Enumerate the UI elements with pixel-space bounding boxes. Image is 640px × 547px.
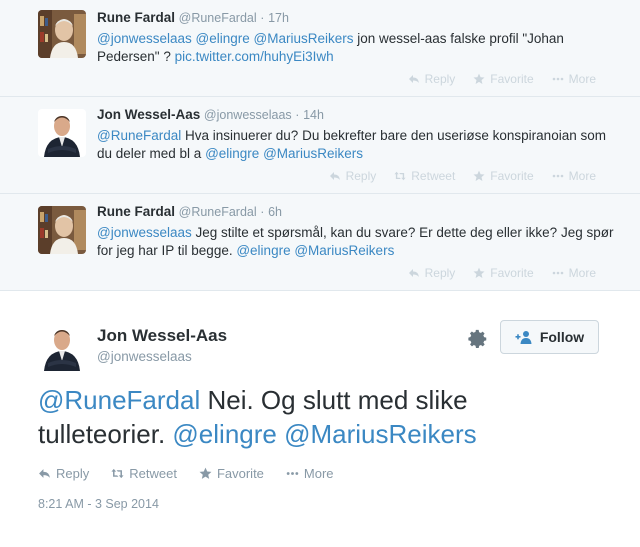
more-label: More [568, 72, 596, 86]
reply-label: Reply [424, 266, 456, 280]
ellipsis-icon [552, 271, 563, 275]
avatar-jon-wessel-aas[interactable] [38, 109, 86, 157]
tweet-header: Rune Fardal @RuneFardal · 17h [97, 10, 289, 25]
retweet-action[interactable]: Retweet [111, 466, 177, 481]
reply-icon [408, 269, 419, 277]
media-link[interactable]: pic.twitter.com/huhyEi3Iwh [175, 49, 334, 64]
reply-label: Reply [424, 72, 456, 86]
reply-action[interactable]: Reply [329, 169, 377, 183]
tweet-actions: Reply Favorite More [408, 266, 596, 280]
text-segment [277, 419, 284, 449]
more-label: More [303, 466, 334, 481]
star-icon [473, 170, 485, 181]
author-screen-name[interactable]: @RuneFardal [179, 11, 257, 25]
tweet-text: @jonwesselaas Jeg stilte et spørsmål, ka… [97, 224, 617, 260]
more-label: More [568, 169, 596, 183]
tweet-text: @jonwesselaas @elingre @MariusReikers jo… [97, 30, 617, 66]
mention-link[interactable]: @elingre [205, 146, 259, 161]
tweet-actions: Reply Retweet Favorite More [38, 466, 334, 481]
mention-link[interactable]: @jonwesselaas [97, 225, 192, 240]
reply-label: Reply [56, 466, 90, 481]
favorite-action[interactable]: Favorite [199, 466, 264, 481]
tweet-text: @RuneFardal Hva insinuerer du? Du bekref… [97, 127, 617, 163]
reply-icon [39, 469, 50, 478]
reply-icon [329, 172, 340, 180]
mention-link[interactable]: @jonwesselaas [97, 31, 192, 46]
mention-link[interactable]: @MariusReikers [294, 243, 394, 258]
author-fullname[interactable]: Rune Fardal [97, 204, 175, 219]
follow-label: Follow [539, 329, 585, 345]
tweet-actions: Reply Retweet Favorite More [329, 169, 596, 183]
gear-icon[interactable] [467, 328, 489, 350]
more-label: More [568, 266, 596, 280]
favorite-label: Favorite [490, 169, 534, 183]
reply-icon [408, 75, 419, 83]
tweet-text: @RuneFardal Nei. Og slutt med slike tull… [38, 383, 558, 451]
mention-link[interactable]: @elingre [196, 31, 250, 46]
reply-action[interactable]: Reply [408, 266, 456, 280]
author-fullname[interactable]: Rune Fardal [97, 10, 175, 25]
more-action[interactable]: More [286, 466, 334, 481]
author-fullname[interactable]: Jon Wessel-Aas [97, 326, 227, 346]
mention-link[interactable]: @RuneFardal [38, 385, 200, 415]
tweet-header: Rune Fardal @RuneFardal · 6h [97, 204, 282, 219]
favorite-label: Favorite [216, 466, 264, 481]
reply-action[interactable]: Reply [408, 72, 456, 86]
tweet-header: Jon Wessel-Aas @jonwesselaas · 14h [97, 107, 324, 122]
tweet-timestamp[interactable]: 6h [268, 205, 282, 219]
mention-link[interactable]: @MariusReikers [263, 146, 363, 161]
tweet-timestamp[interactable]: 14h [303, 108, 324, 122]
star-icon [199, 467, 212, 479]
favorite-action[interactable]: Favorite [473, 266, 534, 280]
retweet-label: Retweet [129, 466, 177, 481]
ellipsis-icon [286, 472, 299, 475]
tweet-date[interactable]: 8:21 AM - 3 Sep 2014 [38, 497, 159, 511]
conversation-thread: Rune Fardal @RuneFardal · 17h @jonwessel… [0, 0, 640, 291]
mention-link[interactable]: @elingre [172, 419, 276, 449]
star-icon [473, 267, 485, 278]
favorite-action[interactable]: Favorite [473, 169, 534, 183]
star-icon [473, 73, 485, 84]
reply-tweet[interactable]: Jon Wessel-Aas @jonwesselaas · 14h @Rune… [0, 97, 640, 194]
ellipsis-icon [552, 77, 563, 81]
reply-label: Reply [345, 169, 377, 183]
reply-tweet[interactable]: Rune Fardal @RuneFardal · 6h @jonwessela… [0, 194, 640, 291]
avatar-rune-fardal[interactable] [38, 206, 86, 254]
retweet-icon [394, 171, 406, 181]
main-tweet: Jon Wessel-Aas @jonwesselaas Follow @Run… [0, 291, 640, 547]
reply-tweet[interactable]: Rune Fardal @RuneFardal · 17h @jonwessel… [0, 0, 640, 97]
mention-link[interactable]: @MariusReikers [284, 419, 477, 449]
more-action[interactable]: More [552, 266, 596, 280]
more-action[interactable]: More [552, 72, 596, 86]
author-screen-name[interactable]: @jonwesselaas [204, 108, 292, 122]
reply-action[interactable]: Reply [38, 466, 89, 481]
more-action[interactable]: More [552, 169, 596, 183]
avatar-jon-wessel-aas[interactable] [38, 323, 86, 371]
follow-button[interactable]: Follow [500, 320, 599, 354]
favorite-label: Favorite [490, 72, 534, 86]
mention-link[interactable]: @RuneFardal [97, 128, 181, 143]
mention-link[interactable]: @elingre [236, 243, 290, 258]
retweet-icon [111, 468, 124, 479]
tweet-actions: Reply Favorite More [408, 72, 596, 86]
tweet-timestamp[interactable]: 17h [268, 11, 289, 25]
mention-link[interactable]: @MariusReikers [254, 31, 354, 46]
author-screen-name[interactable]: @jonwesselaas [97, 349, 192, 364]
add-user-icon [515, 331, 532, 344]
ellipsis-icon [552, 174, 563, 178]
author-fullname[interactable]: Jon Wessel-Aas [97, 107, 200, 122]
favorite-label: Favorite [490, 266, 534, 280]
retweet-action[interactable]: Retweet [394, 169, 455, 183]
favorite-action[interactable]: Favorite [473, 72, 534, 86]
avatar-rune-fardal[interactable] [38, 10, 86, 58]
retweet-label: Retweet [411, 169, 456, 183]
author-screen-name[interactable]: @RuneFardal [179, 205, 257, 219]
